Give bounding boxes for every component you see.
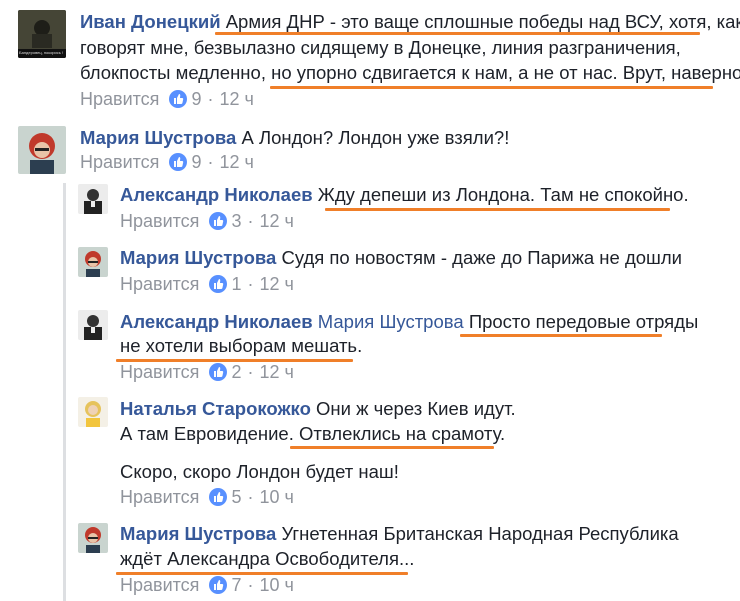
like-count[interactable]: 5 [231, 486, 241, 508]
comment-author[interactable]: Иван Донецкий [80, 11, 221, 32]
thumbs-up-icon [169, 153, 188, 171]
like-count[interactable]: 7 [231, 574, 241, 596]
comment-author[interactable]: Мария Шустрова [120, 523, 276, 544]
timestamp[interactable]: 12 ч [219, 88, 253, 110]
like-button[interactable]: Нравится [120, 361, 199, 383]
comment-author[interactable]: Александр Николаев [120, 311, 313, 332]
timestamp[interactable]: 12 ч [259, 361, 293, 383]
highlight-underline [116, 359, 353, 362]
highlight-underline [215, 32, 700, 35]
thumbs-up-icon [209, 576, 228, 594]
like-button[interactable]: Нравится [80, 151, 159, 173]
avatar[interactable] [78, 397, 108, 427]
thumbs-up-icon [209, 488, 228, 506]
avatar[interactable] [78, 184, 108, 214]
like-count[interactable]: 9 [191, 151, 201, 173]
highlight-underline [460, 334, 662, 337]
timestamp[interactable]: 12 ч [259, 210, 293, 232]
highlight-underline [290, 446, 494, 449]
avatar[interactable] [78, 310, 108, 340]
thumbs-up-icon [209, 275, 228, 293]
thumbs-up-icon [209, 363, 228, 381]
comment-author[interactable]: Мария Шустрова [80, 127, 236, 148]
avatar[interactable] [78, 247, 108, 277]
like-count[interactable]: 3 [231, 210, 241, 232]
thumbs-up-icon [169, 90, 188, 108]
comment-text-line: Судя по новостям - даже до Парижа не дош… [281, 247, 683, 268]
like-button[interactable]: Нравится [120, 574, 199, 596]
comment-text-line: Скоро, скоро Лондон будет наш! [120, 461, 399, 482]
timestamp[interactable]: 12 ч [259, 273, 293, 295]
avatar[interactable] [18, 126, 66, 174]
comment-text-line: ждёт Александра Освободителя... [120, 548, 415, 569]
comment-author[interactable]: Мария Шустрова [120, 247, 276, 268]
like-count[interactable]: 2 [231, 361, 241, 383]
comment-author[interactable]: Александр Николаев [120, 184, 313, 205]
thumbs-up-icon [209, 212, 228, 230]
avatar[interactable] [78, 523, 108, 553]
comment-text-line: блокпосты медленно, но упорно сдвигается… [80, 62, 740, 83]
avatar[interactable]: Бандеровец, покорись ! [18, 10, 66, 58]
comment-text-line: А там Евровидение. Отвлеклись на срамоту… [120, 423, 506, 444]
like-button[interactable]: Нравится [80, 88, 159, 110]
highlight-underline [325, 208, 670, 211]
timestamp[interactable]: 10 ч [259, 574, 293, 596]
avatar-caption: Бандеровец, покорись ! [19, 50, 64, 55]
comment-text-line: Они ж через Киев идут. [316, 398, 516, 419]
like-count[interactable]: 1 [231, 273, 241, 295]
like-count[interactable]: 9 [191, 88, 201, 110]
comment-author[interactable]: Наталья Старокожко [120, 398, 311, 419]
like-button[interactable]: Нравится [120, 210, 199, 232]
comment-text-line: А Лондон? Лондон уже взяли?! [241, 127, 510, 148]
like-button[interactable]: Нравится [120, 486, 199, 508]
comment-text-line: Армия ДНР - это ваще сплошные победы над… [225, 11, 740, 32]
highlight-underline [116, 572, 408, 575]
timestamp[interactable]: 10 ч [259, 486, 293, 508]
comment-text-line: Угнетенная Британская Народная Республик… [281, 523, 679, 544]
timestamp[interactable]: 12 ч [219, 151, 253, 173]
highlight-underline [270, 86, 713, 89]
reply-thread-line [63, 183, 66, 601]
reply-mention[interactable]: Мария Шустрова [318, 311, 464, 332]
comment-text-line: говорят мне, безвылазно сидящему в Донец… [80, 37, 681, 58]
like-button[interactable]: Нравится [120, 273, 199, 295]
comment-text-line: Жду депеши из Лондона. Там не спокойно. [317, 184, 689, 205]
comment-text-line: не хотели выборам мешать. [120, 335, 363, 356]
comment-text-line: Просто передовые отряды [468, 311, 699, 332]
